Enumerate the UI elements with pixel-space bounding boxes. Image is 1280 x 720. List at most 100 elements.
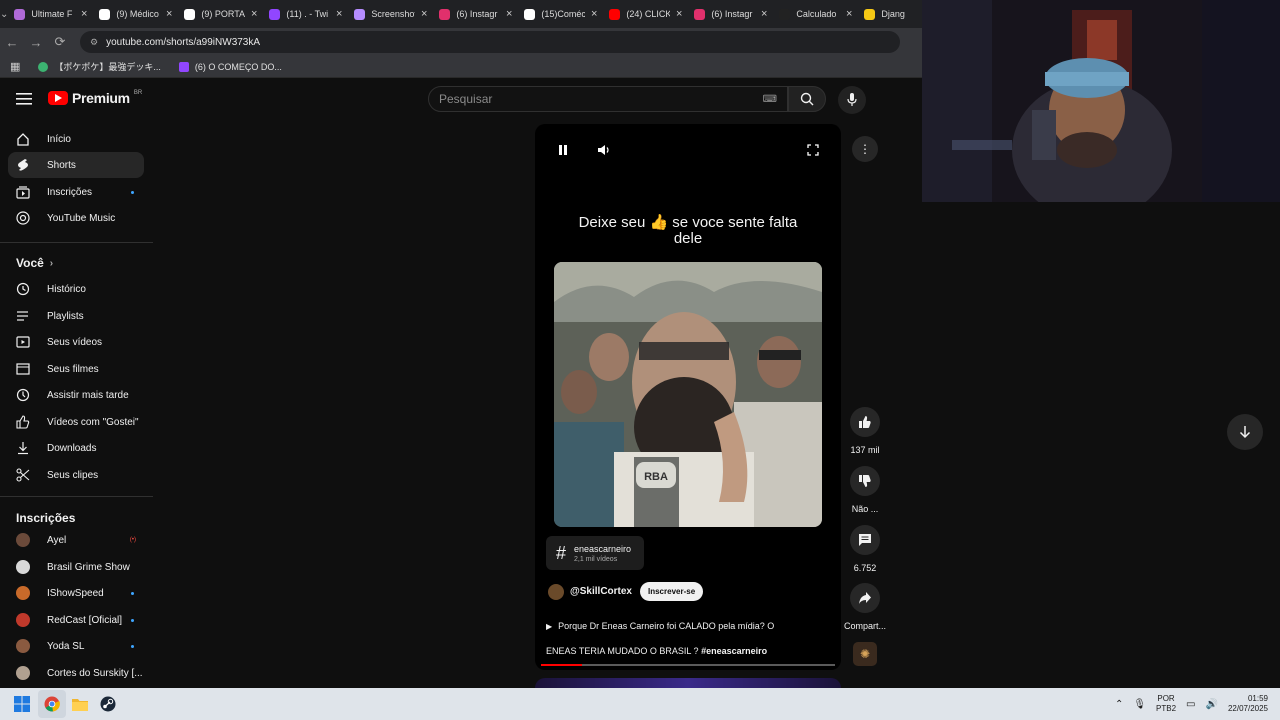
pause-icon[interactable] xyxy=(557,144,569,156)
tab-close-icon[interactable]: × xyxy=(421,8,427,20)
next-short-button[interactable] xyxy=(1227,414,1263,450)
like-button[interactable] xyxy=(850,407,880,437)
tab-close-icon[interactable]: × xyxy=(506,8,512,20)
sidebar-item-seus-videos[interactable]: Seus vídeos xyxy=(8,329,144,355)
tab-close-icon[interactable]: × xyxy=(846,8,852,20)
avatar xyxy=(16,613,30,627)
share-button[interactable] xyxy=(850,583,880,613)
language-indicator[interactable]: POR PTB2 xyxy=(1156,694,1176,714)
tab-close-icon[interactable]: × xyxy=(676,8,682,20)
browser-tab[interactable]: (9) Médico × xyxy=(93,0,178,28)
steam-icon[interactable] xyxy=(94,690,122,718)
voice-search-button[interactable] xyxy=(838,86,866,114)
chrome-taskbar-icon[interactable] xyxy=(38,690,66,718)
sidebar-item-seus-clipes[interactable]: Seus clipes xyxy=(8,462,144,488)
tab-close-icon[interactable]: × xyxy=(336,8,342,20)
thumbs-down-icon xyxy=(859,475,871,487)
tab-close-icon[interactable]: × xyxy=(251,8,257,20)
network-icon[interactable]: ▭ xyxy=(1186,699,1195,710)
sidebar-item-shorts[interactable]: Shorts xyxy=(8,152,144,178)
tab-favicon-icon xyxy=(694,8,706,20)
clock[interactable]: 01:59 22/07/2025 xyxy=(1228,694,1268,714)
windows-start-icon[interactable] xyxy=(8,690,36,718)
chevron-right-icon: › xyxy=(49,257,54,269)
hashtag-chip[interactable]: # eneascarneiro 2,1 mil vídeos xyxy=(546,536,644,570)
title-hashtag-link[interactable]: #eneascarneiro xyxy=(701,646,767,656)
site-info-icon[interactable]: ⚙ xyxy=(90,37,98,48)
menu-icon[interactable] xyxy=(16,92,32,106)
bookmark-1[interactable]: 【ポケポケ】最強デッキ... xyxy=(38,60,161,73)
your-videos-icon xyxy=(16,336,30,348)
chevron-up-icon[interactable]: ⌃ xyxy=(1115,699,1123,710)
sidebar-sub-cortes-surskity[interactable]: Cortes do Surskity [... xyxy=(8,660,144,686)
back-icon[interactable]: ← xyxy=(0,28,24,56)
tab-favicon-icon xyxy=(14,8,26,20)
shorts-player[interactable]: Deixe seu 👍 se voce sente falta dele RBA… xyxy=(535,124,841,670)
forward-icon[interactable]: → xyxy=(24,28,48,56)
windows-taskbar: ⌃ 🎙 POR PTB2 ▭ 🔊 01:59 22/07/2025 xyxy=(0,688,1280,720)
hashtag-name: eneascarneiro xyxy=(574,543,632,554)
tab-close-icon[interactable]: × xyxy=(591,8,597,20)
tab-close-icon[interactable]: × xyxy=(166,8,172,20)
url-field[interactable]: ⚙ youtube.com/shorts/a99iNW373kA xyxy=(80,31,900,53)
tab-close-icon[interactable]: × xyxy=(81,8,87,20)
volume-tray-icon[interactable]: 🔊 xyxy=(1206,699,1218,710)
browser-tab[interactable]: (9) PORTAL × xyxy=(178,0,263,28)
search-button[interactable] xyxy=(788,86,826,112)
tab-search-icon[interactable]: ⌄ xyxy=(0,0,8,28)
expand-icon[interactable]: ▶ xyxy=(546,622,552,631)
browser-tab[interactable]: (6) Instagr × xyxy=(433,0,518,28)
youtube-logo[interactable]: Premium BR xyxy=(48,90,142,106)
browser-tab[interactable]: (15)Coméc × xyxy=(518,0,603,28)
sidebar-sub-yoda-sl[interactable]: Yoda SL xyxy=(8,633,144,659)
like-count: 137 mil xyxy=(850,445,880,455)
next-short-preview[interactable] xyxy=(535,678,841,688)
comments-button[interactable] xyxy=(850,525,880,555)
apps-grid-icon[interactable]: ▦ xyxy=(10,60,20,73)
volume-icon[interactable] xyxy=(597,144,611,156)
movies-icon xyxy=(16,363,30,375)
thumbs-up-icon xyxy=(859,416,871,428)
channel-avatar[interactable] xyxy=(548,583,564,600)
sidebar-item-videos-gostei[interactable]: Vídeos com "Gostei" xyxy=(8,409,144,435)
browser-tab[interactable]: (11) . - Twi × xyxy=(263,0,348,28)
dislike-action: Não ... xyxy=(844,466,886,514)
more-options-icon[interactable]: ⋮ xyxy=(852,136,878,162)
sidebar-sub-brasil-grime-show[interactable]: Brasil Grime Show xyxy=(8,554,144,580)
keyboard-icon[interactable]: ⌨ xyxy=(763,94,777,105)
sound-thumbnail[interactable]: ✺ xyxy=(853,642,877,666)
tab-close-icon[interactable]: × xyxy=(761,8,767,20)
sidebar-item-seus-filmes[interactable]: Seus filmes xyxy=(8,356,144,382)
file-explorer-icon[interactable] xyxy=(66,690,94,718)
subscribe-button[interactable]: Inscrever-se xyxy=(640,582,704,601)
sidebar-item-historico[interactable]: Histórico xyxy=(8,276,144,302)
sidebar-sub-redcast[interactable]: RedCast [Oficial] xyxy=(8,607,144,633)
browser-tab[interactable]: Screenshot × xyxy=(348,0,433,28)
fullscreen-icon[interactable] xyxy=(807,144,819,156)
video-title[interactable]: ▶ Porque Dr Eneas Carneiro foi CALADO pel… xyxy=(546,614,826,663)
search-input[interactable]: Pesquisar ⌨ xyxy=(428,86,788,112)
tab-favicon-icon xyxy=(439,8,451,20)
bookmark-favicon-icon xyxy=(178,61,189,72)
sidebar-sub-ishowspeed[interactable]: IShowSpeed xyxy=(8,580,144,606)
browser-tab[interactable]: Ultimate F × xyxy=(8,0,93,28)
sidebar-item-assistir-mais-tarde[interactable]: Assistir mais tarde xyxy=(8,382,144,408)
sidebar-item-downloads[interactable]: Downloads xyxy=(8,435,144,461)
sidebar-item-inicio[interactable]: Início xyxy=(8,126,144,152)
sidebar-item-inscricoes[interactable]: Inscrições xyxy=(8,179,144,205)
sidebar: Início Shorts Inscrições YouTube Music V… xyxy=(0,126,155,688)
you-section-heading[interactable]: Você › xyxy=(16,256,53,270)
sidebar-sub-ayel[interactable]: Ayel (•) xyxy=(8,527,144,553)
sidebar-divider xyxy=(0,242,153,243)
browser-tab[interactable]: (24) CLICK × xyxy=(603,0,688,28)
reload-icon[interactable]: ⟳ xyxy=(48,28,72,56)
progress-bar[interactable] xyxy=(541,664,835,666)
channel-name[interactable]: @SkillCortex xyxy=(570,586,632,597)
sidebar-item-youtube-music[interactable]: YouTube Music xyxy=(8,205,144,231)
sidebar-item-playlists[interactable]: Playlists xyxy=(8,303,144,329)
bookmark-2[interactable]: (6) O COMEÇO DO... xyxy=(178,61,282,72)
dislike-button[interactable] xyxy=(850,466,880,496)
mic-tray-icon[interactable]: 🎙 xyxy=(1133,699,1146,710)
browser-tab[interactable]: (6) Instagr × xyxy=(688,0,773,28)
browser-tab[interactable]: Calculado × xyxy=(773,0,858,28)
